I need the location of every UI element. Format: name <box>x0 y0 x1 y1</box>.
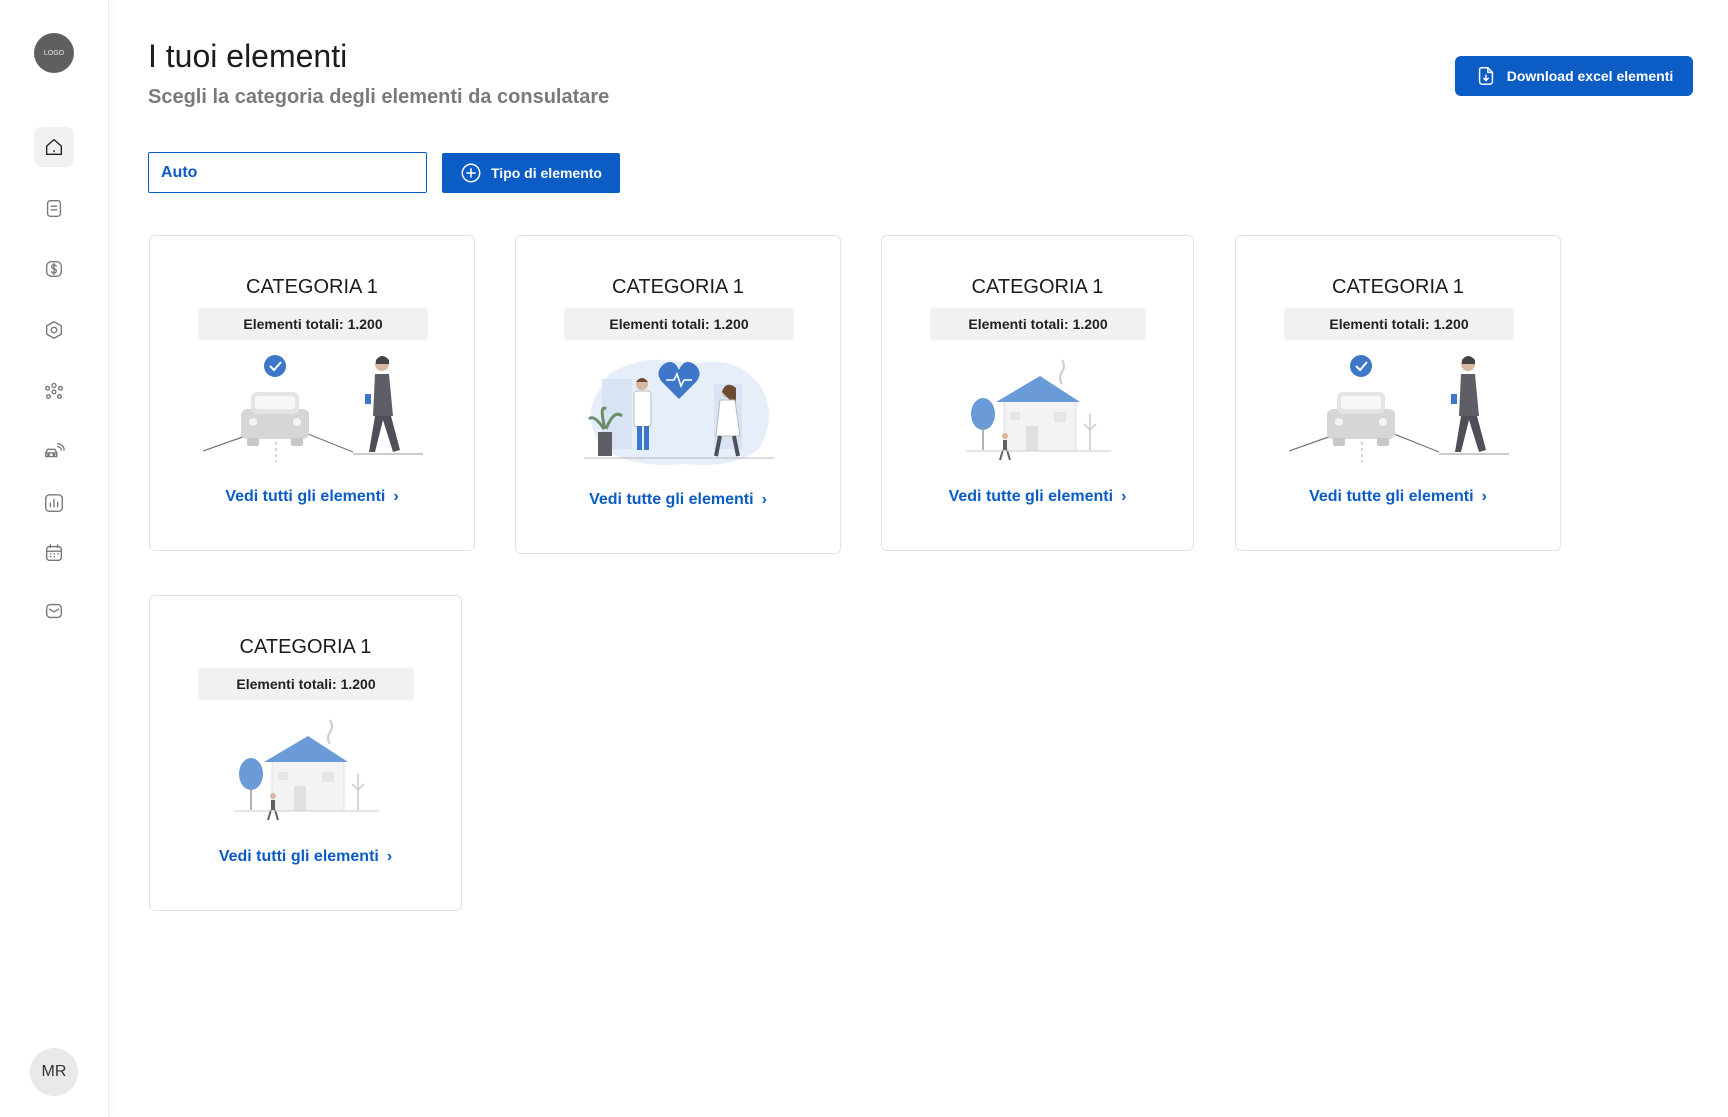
card-count-badge: Elementi totali: 1.200 <box>1284 308 1514 340</box>
card-view-all-link[interactable]: Vedi tutte gli elementi › <box>882 488 1193 506</box>
nav-people[interactable] <box>34 371 74 411</box>
category-card[interactable]: CATEGORIA 1 Elementi totali: 1.200 Vedi … <box>149 235 475 551</box>
chevron-right-icon: › <box>1121 488 1127 505</box>
card-title: CATEGORIA 1 <box>246 276 378 298</box>
home-icon <box>45 138 63 156</box>
dollar-icon <box>45 260 63 278</box>
category-card[interactable]: CATEGORIA 1 Elementi totali: 1.200 Vedi … <box>881 235 1194 551</box>
card-view-all-link[interactable]: Vedi tutti gli elementi › <box>150 848 461 866</box>
category-input[interactable] <box>148 152 427 193</box>
mail-icon <box>45 603 63 619</box>
card-link-label: Vedi tutti gli elementi <box>218 848 379 865</box>
card-view-all-link[interactable]: Vedi tutte gli elementi › <box>1236 488 1560 506</box>
card-count-badge: Elementi totali: 1.200 <box>930 308 1146 340</box>
category-card[interactable]: CATEGORIA 1 Elementi totali: 1.200 Vedi … <box>515 235 841 554</box>
plus-circle-icon <box>461 163 481 183</box>
card-title: CATEGORIA 1 <box>971 276 1104 298</box>
tipo-elemento-label: Tipo di elemento <box>491 165 602 181</box>
download-excel-button[interactable]: Download excel elementi <box>1455 56 1693 96</box>
card-link-label: Vedi tutte gli elementi <box>589 491 754 508</box>
nav-car[interactable] <box>34 432 74 472</box>
card-view-all-link[interactable]: Vedi tutte gli elementi › <box>516 491 840 509</box>
people-group-icon <box>45 382 63 400</box>
calendar-icon <box>45 544 63 562</box>
car-connected-icon <box>45 443 65 458</box>
page-subtitle: Scegli la categoria degli elementi da co… <box>148 86 610 108</box>
chevron-right-icon: › <box>1481 488 1487 505</box>
logo[interactable]: LOGO <box>34 33 74 73</box>
nav-clipboard[interactable] <box>34 188 74 228</box>
sidebar: LOGO MR <box>0 0 109 1117</box>
house-illustration <box>966 359 1111 461</box>
nav-home[interactable] <box>34 127 74 167</box>
health-doctors-illustration <box>584 359 774 465</box>
user-initials: MR <box>41 1063 67 1080</box>
card-link-label: Vedi tutti gli elementi <box>225 488 386 505</box>
card-title: CATEGORIA 1 <box>239 636 372 658</box>
card-link-label: Vedi tutte gli elementi <box>1309 488 1474 505</box>
nav-chart[interactable] <box>34 483 74 523</box>
card-title: CATEGORIA 1 <box>1332 276 1464 298</box>
card-view-all-link[interactable]: Vedi tutti gli elementi › <box>150 488 474 506</box>
card-count-badge: Elementi totali: 1.200 <box>198 668 414 700</box>
logo-text: LOGO <box>43 49 65 57</box>
nav-dollar[interactable] <box>34 249 74 289</box>
category-card[interactable]: CATEGORIA 1 Elementi totali: 1.200 Vedi … <box>1235 235 1561 551</box>
file-download-icon <box>1478 67 1493 85</box>
hexagon-icon <box>45 321 63 339</box>
nav-calendar[interactable] <box>34 533 74 573</box>
chevron-right-icon: › <box>386 848 393 865</box>
download-label: Download excel elementi <box>1506 68 1674 84</box>
clipboard-icon <box>46 199 62 217</box>
car-walker-illustration <box>1289 355 1509 462</box>
card-link-label: Vedi tutte gli elementi <box>948 488 1114 505</box>
card-count-badge: Elementi totali: 1.200 <box>198 308 428 340</box>
nav-mail[interactable] <box>34 591 74 631</box>
chevron-right-icon: › <box>761 491 767 508</box>
car-walker-illustration <box>203 355 423 462</box>
nav-hexagon[interactable] <box>34 310 74 350</box>
user-avatar[interactable]: MR <box>30 1048 78 1096</box>
chevron-right-icon: › <box>393 488 399 505</box>
category-card[interactable]: CATEGORIA 1 Elementi totali: 1.200 Vedi … <box>149 595 462 911</box>
chart-icon <box>45 494 63 512</box>
card-title: CATEGORIA 1 <box>612 276 744 298</box>
tipo-elemento-button[interactable]: Tipo di elemento <box>442 153 620 193</box>
card-count-badge: Elementi totali: 1.200 <box>564 308 794 340</box>
house-illustration <box>234 719 379 821</box>
page-title: I tuoi elementi <box>148 38 348 74</box>
